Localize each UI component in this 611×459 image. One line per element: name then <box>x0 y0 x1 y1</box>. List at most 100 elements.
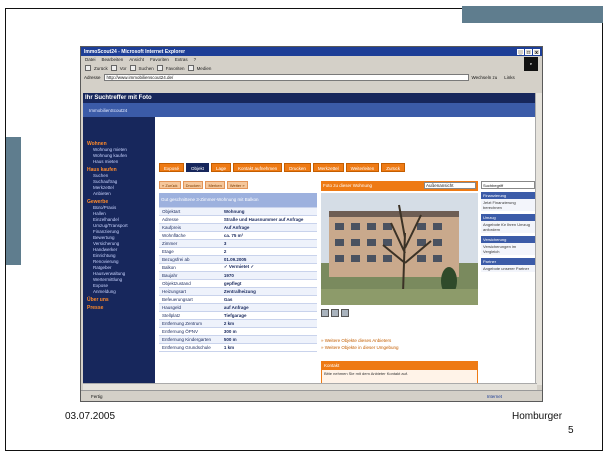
detail-value: Straße und Hausnummer auf Anfrage <box>220 215 317 224</box>
detail-label: Befeuerungsart <box>159 295 221 304</box>
status-bar: Fertig Internet <box>81 390 542 401</box>
toolbar-back-label[interactable]: Zurück <box>94 66 108 71</box>
detail-label: Etage <box>159 247 221 256</box>
tab[interactable]: Lage <box>211 163 232 172</box>
detail-value: 2 <box>220 247 317 256</box>
detail-tool-button[interactable]: Weiter » <box>226 181 248 189</box>
links-button[interactable]: Links <box>504 75 515 80</box>
detail-value: ✓ Vermietet ✓ <box>220 263 317 272</box>
toolbar-media-label[interactable]: Medien <box>197 66 212 71</box>
favorites-icon[interactable] <box>156 65 163 71</box>
nav-item[interactable]: Anmeldung <box>87 289 151 295</box>
menu-item-ansicht[interactable]: Ansicht <box>129 57 144 62</box>
tab[interactable]: Merkzettel <box>312 163 344 172</box>
nav-item[interactable]: Presse <box>87 305 151 311</box>
table-row: Objektzustand gepflegt <box>159 279 317 288</box>
toolbar-favorites-label[interactable]: Favoriten <box>166 66 185 71</box>
tab[interactable]: Weiterleiten <box>345 163 380 172</box>
back-icon[interactable] <box>85 65 91 71</box>
right-box-header: Versicherung <box>481 236 535 243</box>
detail-tool-button[interactable]: « Zurück <box>159 181 181 189</box>
minimize-button[interactable]: _ <box>517 48 524 56</box>
address-label: Adresse <box>84 75 101 80</box>
table-row: Etage 2 <box>159 247 317 256</box>
tab[interactable]: Drucken <box>284 163 311 172</box>
detail-label: Entfernung Grundschule <box>159 343 221 352</box>
link-more-nearby[interactable]: » Weitere Objekte in dieser Umgebung <box>321 344 398 351</box>
table-row: Zimmer 3 <box>159 239 317 248</box>
detail-value: Tiefgarage <box>220 311 317 320</box>
right-box-body[interactable]: Jetzt Finanzierung berechnen <box>481 199 535 211</box>
detail-value: 500 m <box>220 335 317 344</box>
detail-label: Kaufpreis <box>159 223 221 232</box>
detail-label: Entfernung Zentrum <box>159 319 221 328</box>
table-row: Baujahr 1970 <box>159 271 317 280</box>
slide-accent-top-bar <box>462 6 603 23</box>
detail-label: Bezugsfrei ab <box>159 255 221 264</box>
link-more-from-provider[interactable]: » Weitere Objekte dieses Anbieters <box>321 337 398 344</box>
media-icon[interactable] <box>187 65 194 71</box>
table-row: Kaufpreis Auf Anfrage <box>159 223 317 232</box>
vertical-scrollbar[interactable] <box>535 93 542 385</box>
detail-caption: Gut geschnittene 3-Zimmer-Wohnung mit Ba… <box>159 193 317 208</box>
detail-tool-button[interactable]: Merken <box>205 181 225 189</box>
go-button[interactable]: Wechseln zu <box>472 75 498 80</box>
detail-label: Stellplatz <box>159 311 221 320</box>
menu-item-bearbeiten[interactable]: Bearbeiten <box>102 57 124 62</box>
table-row: Stellplatz Tiefgarage <box>159 311 317 320</box>
toolbar-forward-label[interactable]: Vor <box>120 66 127 71</box>
detail-value: Zentralheizung <box>220 287 317 296</box>
status-zone: Internet <box>486 393 502 399</box>
detail-label: Objektart <box>159 207 221 216</box>
horizontal-scrollbar[interactable] <box>83 383 537 390</box>
footer-author: Homburger <box>512 411 563 422</box>
nav-item[interactable]: Haus mieten <box>87 159 151 165</box>
address-input[interactable]: http://www.immobilienscout24.de/ <box>103 74 469 81</box>
table-row: Entfernung ÖPNV 300 m <box>159 327 317 336</box>
tab[interactable]: Zurück <box>381 163 406 172</box>
table-row: Entfernung Grundschule 1 km <box>159 343 317 352</box>
close-button[interactable]: x <box>533 48 540 56</box>
right-search-input[interactable]: Suchbegriff <box>481 181 535 189</box>
tab[interactable]: Kontakt aufnehmen <box>233 163 283 172</box>
menu-item-favoriten[interactable]: Favoriten <box>150 57 169 62</box>
contact-header: Kontakt <box>322 362 477 370</box>
page-number: 5 <box>568 425 574 436</box>
table-row: Befeuerungsart Gas <box>159 295 317 304</box>
thumbnail[interactable] <box>341 309 349 317</box>
nav-item[interactable]: Anbieten <box>87 191 151 197</box>
detail-value: Wohnung <box>220 207 317 216</box>
search-icon[interactable] <box>129 65 136 71</box>
right-box-body[interactable]: Versicherungen im Vergleich <box>481 243 535 255</box>
browser-window: ImmoScout24 - Microsoft Internet Explore… <box>80 46 543 402</box>
property-photo[interactable] <box>321 193 478 305</box>
photo-header-label: Foto zu dieser Wohnung <box>323 183 372 188</box>
address-bar: Adresse http://www.immobilienscout24.de/… <box>81 73 542 82</box>
table-row: Adresse Straße und Hausnummer auf Anfrage <box>159 215 317 224</box>
tab[interactable]: Exposé <box>159 163 185 172</box>
browser-title: ImmoScout24 - Microsoft Internet Explore… <box>84 48 186 55</box>
nav-item[interactable]: Über uns <box>87 297 151 303</box>
right-box-body[interactable]: Angebote für Ihren Umzug anfordern <box>481 221 535 233</box>
detail-label: Entfernung ÖPNV <box>159 327 221 336</box>
detail-value: 300 m <box>220 327 317 336</box>
detail-label: Zimmer <box>159 239 221 248</box>
menu-item-extras[interactable]: Extras <box>175 57 188 62</box>
thumbnail[interactable] <box>331 309 339 317</box>
detail-value: 01.09.2005 <box>220 255 317 264</box>
detail-tool-button[interactable]: Drucken <box>182 181 204 189</box>
photo-view-select[interactable]: Außenansicht <box>424 182 476 189</box>
tab[interactable]: Objekt <box>186 163 210 172</box>
site-subheader: ImmobilienScout24 <box>83 103 537 117</box>
right-box-body[interactable]: Angebote unserer Partner <box>481 265 535 272</box>
menu-bar: Datei Bearbeiten Ansicht Favoriten Extra… <box>81 56 542 63</box>
contact-box: Kontakt Bitte nehmen Sie mit dem Anbiete… <box>321 361 478 385</box>
forward-icon[interactable] <box>110 65 117 71</box>
thumbnail[interactable] <box>321 309 329 317</box>
maximize-button[interactable]: □ <box>525 48 532 56</box>
browser-titlebar: ImmoScout24 - Microsoft Internet Explore… <box>81 47 542 56</box>
detail-value: 1 km <box>220 343 317 352</box>
menu-item-datei[interactable]: Datei <box>85 57 96 62</box>
menu-item-help[interactable]: ? <box>194 57 197 62</box>
toolbar-search-label[interactable]: Suchen <box>139 66 154 71</box>
